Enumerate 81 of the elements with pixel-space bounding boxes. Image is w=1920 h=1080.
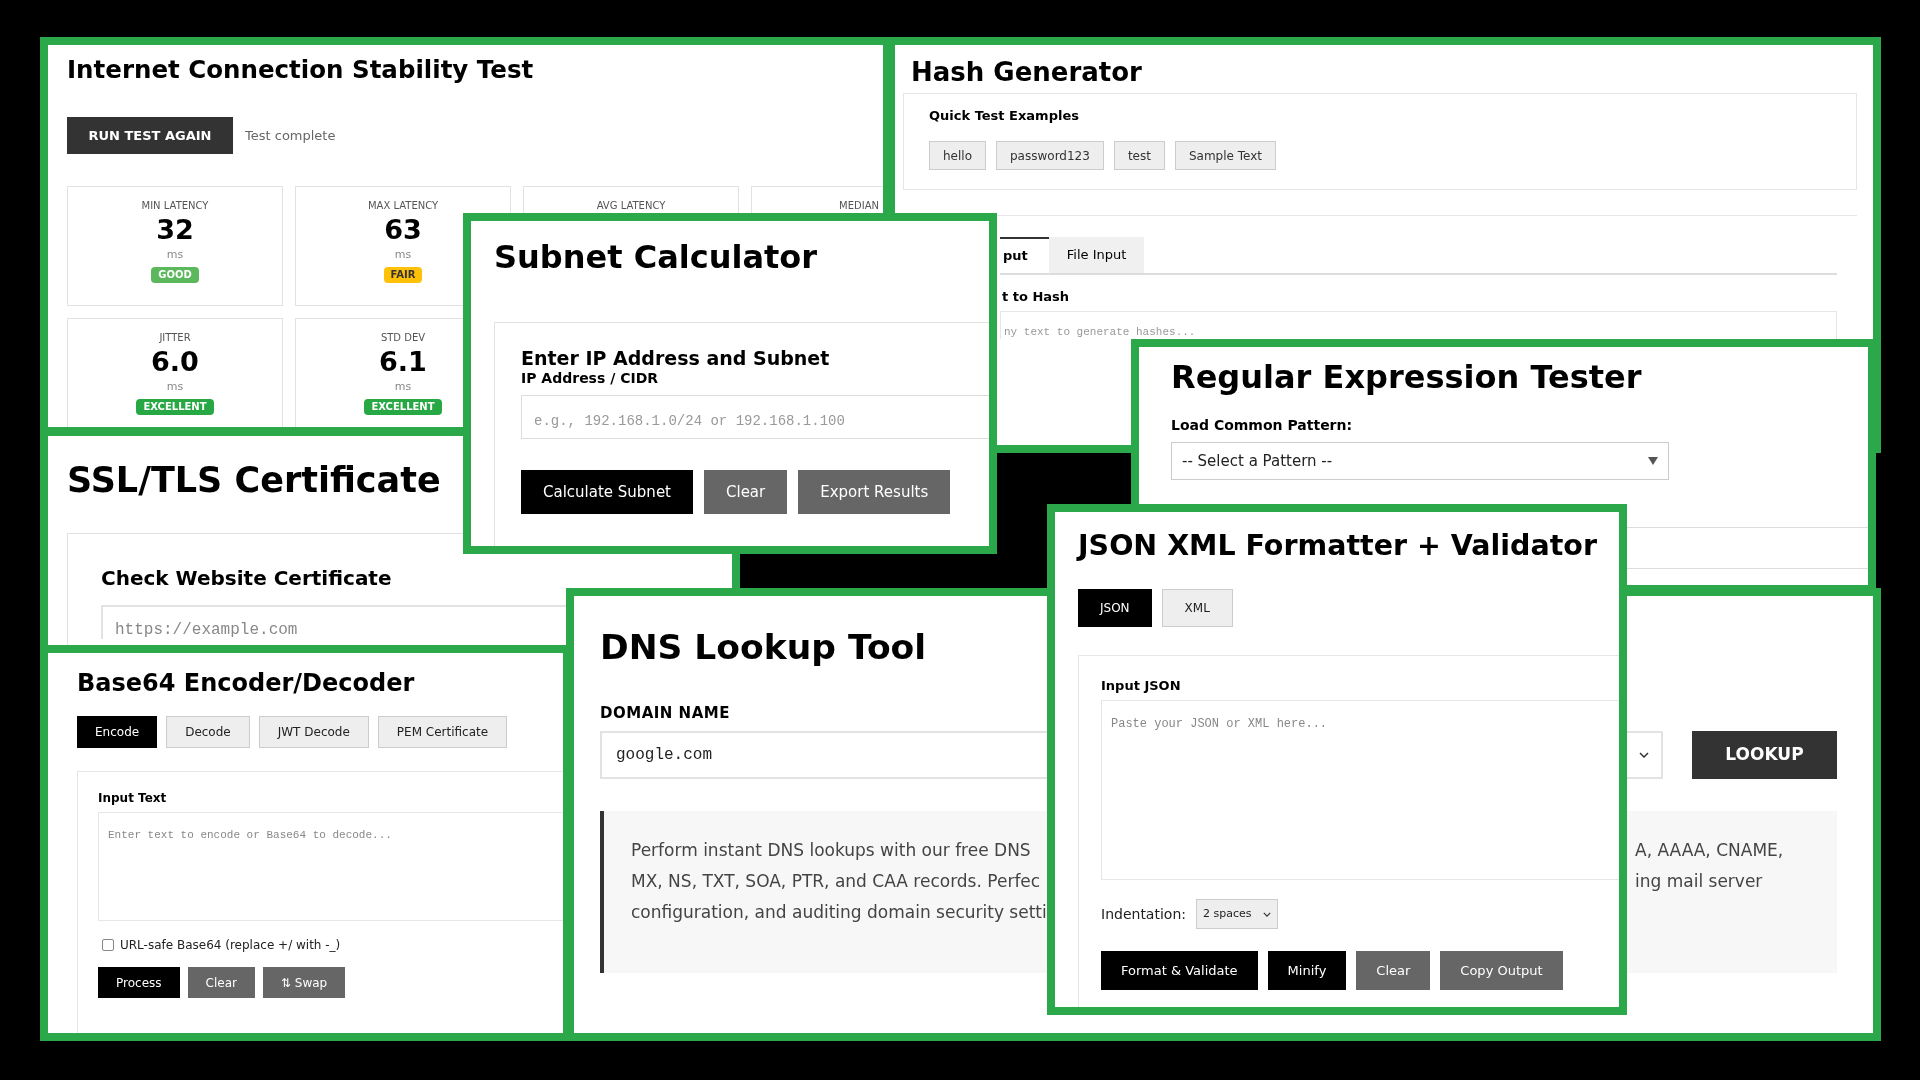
action-button[interactable]: ⇅ Swap xyxy=(262,967,346,998)
example-button[interactable]: test xyxy=(1113,141,1165,170)
stat-value: 6.1 xyxy=(379,345,427,379)
chevron-down-icon xyxy=(1639,752,1649,758)
action-button[interactable]: Clear xyxy=(1356,951,1431,990)
section-heading: Enter IP Address and Subnet xyxy=(521,347,830,369)
action-button[interactable]: Copy Output xyxy=(1440,951,1563,990)
section-heading: Quick Test Examples xyxy=(929,108,1080,124)
example-button[interactable]: hello xyxy=(929,141,986,170)
field-label: Input JSON xyxy=(1101,678,1182,694)
stat-label: MEDIAN xyxy=(839,199,879,213)
placeholder-text: https://example.com xyxy=(115,621,298,639)
rating-badge: EXCELLENT xyxy=(136,399,214,415)
stat-value: 32 xyxy=(156,213,194,247)
page-title: JSON XML Formatter + Validator xyxy=(1078,529,1597,563)
tab[interactable]: Encode xyxy=(77,716,158,748)
placeholder-text: e.g., 192.168.1.0/24 or 192.168.1.100 xyxy=(534,413,845,429)
rating-badge: FAIR xyxy=(383,267,423,283)
field-label: Input Text xyxy=(98,790,168,806)
description-text: MX, NS, TXT, SOA, PTR, and CAA records. Perfec xyxy=(631,870,1042,893)
stat-label: AVG LATENCY xyxy=(596,199,666,213)
action-button[interactable]: Format & Validate xyxy=(1101,951,1258,990)
stat-value: 6.0 xyxy=(151,345,199,379)
page-title: Regular Expression Tester xyxy=(1171,359,1642,395)
tab[interactable]: Decode xyxy=(166,716,250,748)
status-text: Test complete xyxy=(245,126,336,145)
text-input-area[interactable]: Paste your JSON or XML here... xyxy=(1101,700,1619,880)
page-title: Hash Generator xyxy=(911,57,1142,87)
stat-label: MIN LATENCY xyxy=(141,199,209,213)
page-title: DNS Lookup Tool xyxy=(600,626,927,668)
page-title: SSL/TLS Certificate xyxy=(67,459,441,502)
action-button[interactable]: Clear xyxy=(704,470,788,514)
run-test-button[interactable]: RUN TEST AGAIN xyxy=(67,117,233,154)
rating-badge: GOOD xyxy=(151,267,199,283)
placeholder-text: Enter text to encode or Base64 to decode... xyxy=(108,829,392,841)
stat-label: STD DEV xyxy=(380,331,426,345)
stat-value: 63 xyxy=(384,213,422,247)
action-button[interactable]: Export Results xyxy=(798,470,951,514)
stat-unit: ms xyxy=(166,379,184,395)
tab[interactable]: JSON xyxy=(1078,589,1152,627)
action-button[interactable]: Minify xyxy=(1267,951,1347,990)
checkbox-label: URL-safe Base64 (replace +/ with -_) xyxy=(120,937,341,954)
description-text: Perform instant DNS lookups with our free DNS xyxy=(631,839,1032,862)
page-title: Base64 Encoder/Decoder xyxy=(77,669,415,697)
rating-badge: EXCELLENT xyxy=(364,399,442,415)
stat-unit: ms xyxy=(394,247,412,263)
stat-label: JITTER xyxy=(159,331,191,345)
field-label: t to Hash xyxy=(1001,289,1071,305)
dropdown-arrow-icon xyxy=(1648,457,1658,465)
checkbox[interactable] xyxy=(102,939,114,951)
page-title: Internet Connection Stability Test xyxy=(67,55,534,85)
placeholder-text: Paste your JSON or XML here... xyxy=(1111,717,1328,731)
field-label: IP Address / CIDR xyxy=(521,369,660,387)
description-text: ing mail server xyxy=(1635,870,1764,893)
example-button[interactable]: password123 xyxy=(996,141,1104,170)
field-label: Indentation: xyxy=(1101,904,1186,924)
lookup-button[interactable]: LOOKUP xyxy=(1692,731,1837,779)
section-heading: Check Website Certificate xyxy=(101,566,392,590)
text-input-area[interactable]: Enter text to encode or Base64 to decode... xyxy=(98,812,563,921)
stat-unit: ms xyxy=(394,379,412,395)
example-button[interactable]: Sample Text xyxy=(1174,141,1276,170)
field-label: Load Common Pattern: xyxy=(1171,416,1354,434)
pattern-select[interactable]: -- Select a Pattern -- xyxy=(1171,442,1669,480)
page-title: Subnet Calculator xyxy=(494,237,818,277)
tab[interactable]: PEM Certificate xyxy=(377,716,508,748)
placeholder-text: ny text to generate hashes... xyxy=(1004,326,1196,338)
field-label: DOMAIN NAME xyxy=(600,704,731,722)
stat-label: MAX LATENCY xyxy=(367,199,439,213)
indentation-select[interactable]: 2 spaces xyxy=(1196,899,1278,929)
tab[interactable]: JWT Decode xyxy=(258,716,369,748)
action-button[interactable]: Clear xyxy=(187,967,255,998)
action-button[interactable]: Calculate Subnet xyxy=(521,470,693,514)
domain-input[interactable]: google.com xyxy=(600,731,1047,779)
chevron-down-icon xyxy=(1263,911,1271,917)
stat-unit: ms xyxy=(166,247,184,263)
description-text: A, AAAA, CNAME, xyxy=(1635,839,1785,862)
action-button[interactable]: Process xyxy=(98,967,180,998)
url-input[interactable]: https://example.com xyxy=(101,605,566,639)
tab[interactable]: File Input xyxy=(1048,237,1145,273)
description-text: configuration, and auditing domain security setti xyxy=(631,901,1047,924)
tab[interactable]: XML xyxy=(1161,589,1233,627)
